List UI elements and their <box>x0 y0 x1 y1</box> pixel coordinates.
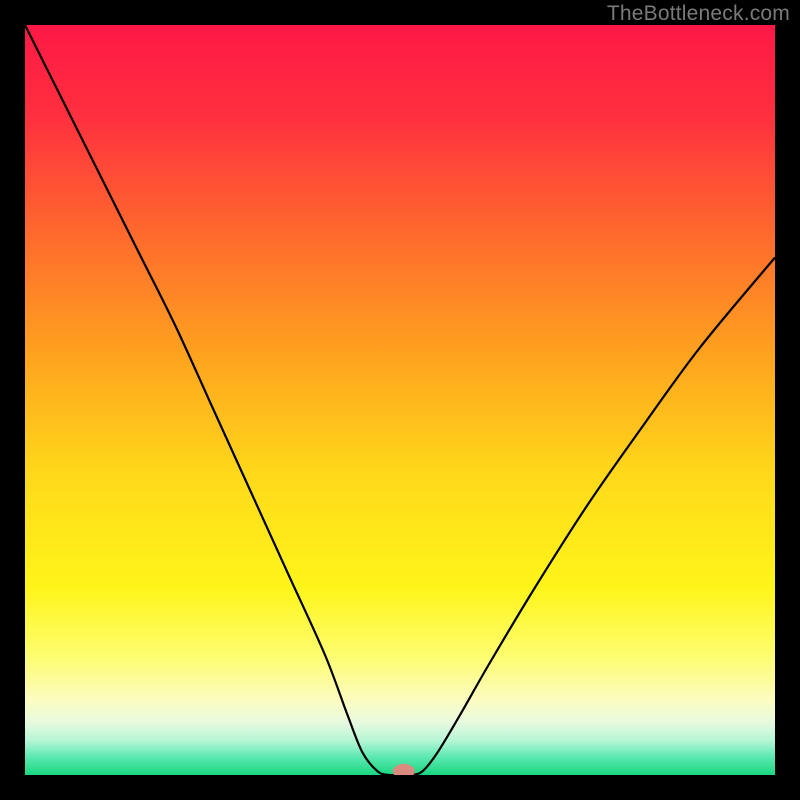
bottleneck-chart <box>25 25 775 775</box>
watermark-text: TheBottleneck.com <box>607 2 790 26</box>
plot-area <box>25 25 775 775</box>
chart-frame: TheBottleneck.com <box>0 0 800 800</box>
